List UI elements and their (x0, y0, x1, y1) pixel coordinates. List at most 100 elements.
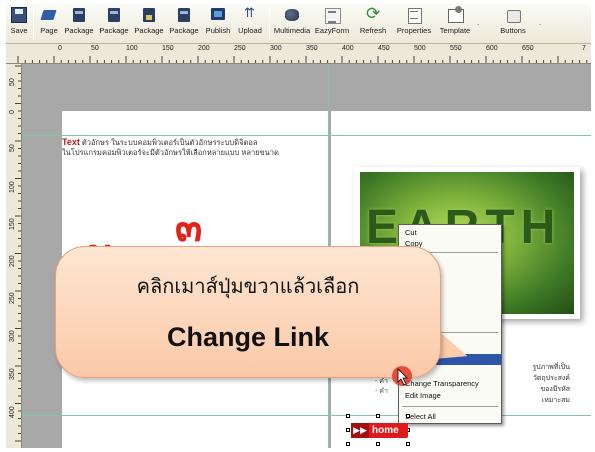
ruler-label: 350 (306, 45, 318, 52)
package-label-3: Package (134, 26, 164, 35)
double-arrow-icon: ▶▶ (351, 423, 369, 438)
multimedia-button[interactable]: Multimedia (272, 5, 312, 43)
menu-item-edit-image[interactable]: Edit Image (400, 390, 501, 401)
right-text-line: ของมีรหัส (540, 386, 570, 393)
multimedia-icon (284, 7, 300, 23)
ruler-label: 100 (9, 181, 16, 193)
properties-icon (406, 7, 422, 24)
ruler-label: 300 (270, 45, 282, 52)
save-button[interactable]: Save (8, 5, 30, 43)
package-label-1: Package (64, 26, 94, 35)
publish-icon (210, 7, 226, 23)
ruler-label: 650 (522, 45, 534, 52)
template-button[interactable]: Template (435, 5, 475, 43)
buttons-label: Buttons (500, 26, 526, 35)
toolbar: Save Page Package Package Package Packag… (6, 4, 591, 44)
package-button-3[interactable]: Package (132, 5, 166, 43)
package-button-1[interactable]: Package (62, 5, 96, 43)
ruler-label: 500 (414, 45, 426, 52)
package-icon (106, 7, 122, 23)
ruler-label: 100 (126, 45, 138, 52)
ruler-label: 450 (378, 45, 390, 52)
selection-handle[interactable] (376, 442, 380, 446)
menu-item-cut[interactable]: Cut (400, 227, 501, 238)
publish-label: Publish (205, 26, 231, 35)
ruler-left: 50 0 50 100 150 200 250 300 350 400 (6, 64, 22, 448)
template-label: Template (439, 26, 471, 35)
bullet-line: - คำ (375, 378, 388, 385)
menu-separator (402, 406, 498, 407)
ruler-label: 600 (486, 45, 498, 52)
template-dropdown[interactable]: . (477, 18, 479, 27)
selection-handle[interactable] (376, 414, 380, 418)
selection-handle[interactable] (346, 414, 350, 418)
ruler-label: 200 (9, 255, 16, 267)
upload-icon (242, 5, 258, 23)
right-page-text[interactable]: รูปภาพที่เป็นวัตถุประสงค์ ของมีรหัส เหมา… (500, 362, 570, 406)
package-button-2[interactable]: Package (97, 5, 131, 43)
buttons-button[interactable]: Buttons (493, 5, 533, 43)
buttons-icon (505, 7, 521, 23)
ruler-label: 550 (450, 45, 462, 52)
properties-label: Properties (396, 26, 432, 35)
selection-handle[interactable] (406, 414, 410, 418)
toolbar-separator (269, 8, 270, 40)
ruler-label: 400 (342, 45, 354, 52)
ruler-label: 50 (9, 78, 16, 86)
ruler-label: 250 (234, 45, 246, 52)
ruler-label: 150 (9, 218, 16, 230)
instruction-callout (55, 246, 441, 378)
home-button-label: home (372, 425, 399, 436)
ruler-label: 50 (9, 144, 16, 152)
ruler-label: 0 (58, 45, 62, 52)
buttons-dropdown[interactable]: . (539, 18, 541, 27)
package-icon (71, 7, 87, 23)
guide-line (22, 415, 591, 416)
save-icon (11, 7, 27, 23)
page-button[interactable]: Page (37, 5, 61, 43)
menu-item-change-transparency[interactable]: Change Transparency (400, 378, 501, 389)
refresh-icon (365, 4, 381, 24)
ruler-label: 50 (91, 45, 99, 52)
callout-instruction-text: คลิกเมาส์ปุ่มขวาแล้วเลือก (136, 274, 360, 298)
package-button-4[interactable]: Package (167, 5, 201, 43)
text-paragraph[interactable]: Text ตัวอักษร ในระบบคอมพิวเตอร์เป็นตัวอั… (62, 137, 312, 158)
template-icon (447, 6, 464, 23)
ruler-label: 200 (198, 45, 210, 52)
ruler-top: 0 50 100 150 200 250 300 350 400 450 500… (14, 44, 591, 64)
ruler-label: 300 (9, 330, 16, 342)
toolbar-separator (33, 8, 34, 40)
properties-button[interactable]: Properties (394, 5, 434, 43)
ruler-label: 250 (9, 292, 16, 304)
callout-highlight-text: Change Link (166, 322, 329, 352)
multimedia-label: Multimedia (273, 26, 311, 35)
ruler-label: 350 (9, 368, 16, 380)
text-title: Text (62, 137, 80, 147)
form-icon (324, 7, 341, 24)
ruler-label: 150 (162, 45, 174, 52)
package-label-4: Package (169, 26, 199, 35)
page-label: Page (40, 26, 58, 35)
ruler-label: 400 (9, 406, 16, 418)
refresh-button[interactable]: Refresh (356, 4, 390, 43)
right-page-bullets[interactable]: - คำ - คำ (375, 377, 388, 397)
upload-button[interactable]: Upload (235, 5, 265, 43)
menu-item-select-all[interactable]: Select All (400, 411, 501, 422)
home-button[interactable]: ▶▶ home (351, 423, 408, 438)
selection-handle[interactable] (346, 428, 350, 432)
package-lock-icon (141, 7, 157, 23)
ruler-label: 0 (9, 110, 16, 114)
guide-line (22, 135, 591, 136)
package-label-2: Package (99, 26, 129, 35)
save-label: Save (10, 26, 28, 35)
selection-handle[interactable] (346, 442, 350, 446)
text-line-1: ตัวอักษร ในระบบคอมพิวเตอร์เป็นตัวอักษรระ… (79, 138, 258, 147)
publish-button[interactable]: Publish (203, 5, 233, 43)
ruler-label: 7 (582, 45, 586, 52)
eazyform-button[interactable]: EazyForm (313, 5, 351, 43)
mouse-cursor-icon (392, 366, 412, 386)
right-text-line: เหมาะสม (541, 397, 570, 404)
upload-label: Upload (238, 26, 262, 35)
eazyform-label: EazyForm (314, 26, 350, 35)
selection-handle[interactable] (406, 442, 410, 446)
